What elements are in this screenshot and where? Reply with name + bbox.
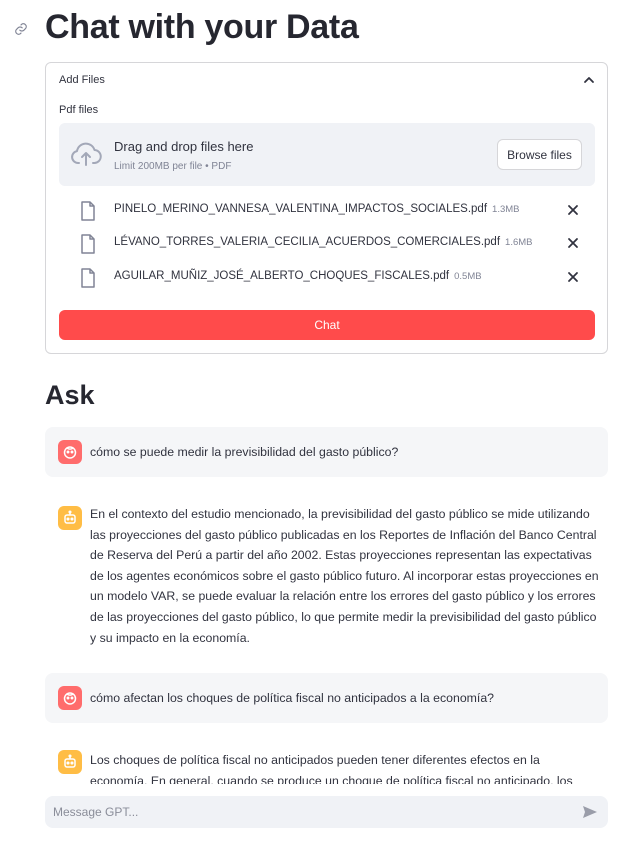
chat-message-assistant: En el contexto del estudio mencionado, l…	[45, 490, 608, 660]
uploader-label: Pdf files	[59, 104, 99, 116]
file-size: 1.6MB	[505, 237, 533, 248]
chat-message-assistant: Los choques de política fiscal no antici…	[45, 736, 608, 784]
expander-header[interactable]: Add Files	[59, 74, 105, 86]
link-icon[interactable]	[14, 22, 28, 36]
chat-message-user: cómo afectan los choques de política fis…	[45, 673, 608, 723]
remove-file-icon[interactable]	[567, 237, 579, 249]
file-size: 1.3MB	[492, 204, 520, 215]
file-size: 0.5MB	[454, 271, 482, 282]
cloud-upload-icon	[71, 142, 102, 166]
dropzone-hint: Limit 200MB per file • PDF	[114, 161, 232, 172]
ask-heading: Ask	[45, 380, 95, 410]
message-text: Los choques de política fiscal no antici…	[90, 753, 573, 784]
uploaded-file: LÉVANO_TORRES_VALERIA_CECILIA_ACUERDOS_C…	[59, 232, 595, 256]
user-face-icon	[63, 446, 77, 459]
uploaded-file: PINELO_MERINO_VANNESA_VALENTINA_IMPACTOS…	[59, 199, 595, 223]
file-icon	[81, 234, 95, 254]
file-icon	[81, 268, 95, 288]
send-icon[interactable]	[582, 805, 598, 819]
file-dropzone[interactable]: Drag and drop files here Limit 200MB per…	[59, 123, 595, 186]
chat-input[interactable]	[45, 796, 565, 828]
chat-submit-button[interactable]: Chat	[59, 310, 595, 340]
file-name: AGUILAR_MUÑIZ_JOSÉ_ALBERTO_CHOQUES_FISCA…	[114, 270, 482, 282]
add-files-expander: Add Files Pdf files Drag and drop files …	[45, 62, 608, 354]
scroll-fade	[0, 784, 642, 796]
uploaded-file: AGUILAR_MUÑIZ_JOSÉ_ALBERTO_CHOQUES_FISCA…	[59, 266, 595, 290]
page-title: Chat with your Data	[45, 8, 359, 46]
file-name: LÉVANO_TORRES_VALERIA_CECILIA_ACUERDOS_C…	[114, 236, 533, 248]
assistant-avatar	[58, 750, 82, 774]
robot-icon	[64, 754, 76, 768]
dropzone-title: Drag and drop files here	[114, 139, 254, 154]
file-name: PINELO_MERINO_VANNESA_VALENTINA_IMPACTOS…	[114, 203, 520, 215]
user-face-icon	[63, 692, 77, 705]
chat-message-user: cómo se puede medir la previsibilidad de…	[45, 427, 608, 477]
message-text: En el contexto del estudio mencionado, l…	[90, 507, 599, 645]
browse-files-button[interactable]: Browse files	[497, 139, 582, 170]
assistant-avatar	[58, 506, 82, 530]
user-avatar	[58, 440, 82, 464]
chat-input-bar	[45, 796, 608, 828]
remove-file-icon[interactable]	[567, 204, 579, 216]
chevron-up-icon[interactable]	[583, 75, 595, 85]
user-avatar	[58, 686, 82, 710]
message-text: cómo se puede medir la previsibilidad de…	[90, 445, 399, 459]
message-text: cómo afectan los choques de política fis…	[90, 691, 494, 705]
robot-icon	[64, 510, 76, 524]
file-icon	[81, 201, 95, 221]
remove-file-icon[interactable]	[567, 271, 579, 283]
